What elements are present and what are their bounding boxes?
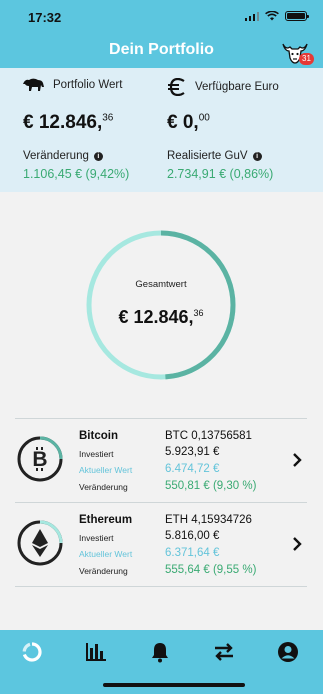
total-label: Gesamtwert — [135, 279, 187, 290]
portfolio-icon — [22, 642, 42, 662]
current-value-label: Aktueller Wert — [79, 465, 133, 475]
portfolio-value-cents: 36 — [102, 112, 114, 124]
euro-value: € 0,00 — [167, 112, 210, 134]
euro-icon — [168, 78, 185, 96]
notification-badge: 31 — [299, 53, 314, 65]
gain-label: Realisierte GuV — [167, 150, 248, 162]
portfolio-value-header: Portfolio Wert — [23, 78, 122, 92]
asset-amount: BTC 0,13756581 — [165, 430, 252, 442]
wifi-icon — [265, 11, 279, 21]
asset-amount: ETH 4,15934726 — [165, 514, 252, 526]
bitcoin-icon: B — [17, 436, 63, 482]
total-value: € 12.846,36 — [83, 307, 239, 328]
total-value-main: € 12.846, — [118, 307, 194, 327]
battery-icon — [285, 11, 309, 21]
ring-chart — [86, 230, 236, 380]
signal-icon — [244, 11, 259, 21]
header: 17:32 Dein Portfolio 31 — [0, 0, 323, 68]
current-value: 6.474,72 € — [165, 463, 220, 475]
asset-row-bitcoin[interactable]: B Bitcoin BTC 0,13756581 Investiert 5.92… — [15, 419, 307, 503]
change-value: 1.106,45 € (9,42%) — [23, 167, 130, 181]
euro-value-header: Verfügbare Euro — [167, 78, 279, 96]
portfolio-summary: Portfolio Wert € 12.846,36 Veränderung i… — [0, 68, 323, 192]
avatar-button[interactable]: 31 — [280, 38, 314, 66]
total-value-cents: 36 — [193, 308, 204, 318]
info-icon[interactable]: i — [252, 151, 262, 161]
tab-portfolio[interactable] — [18, 638, 46, 666]
portfolio-value-main: € 12.846, — [23, 112, 103, 133]
total-value-ring: Gesamtwert € 12.846,36 — [83, 227, 239, 383]
change-label: Veränderung — [23, 150, 89, 162]
asset-row-ethereum[interactable]: Ethereum ETH 4,15934726 Investiert 5.816… — [15, 503, 307, 587]
chevron-right-icon[interactable] — [287, 534, 307, 554]
change-label: Veränderung — [79, 566, 128, 576]
account-icon — [278, 642, 298, 662]
current-value: 6.371,64 € — [165, 547, 220, 559]
chevron-right-icon[interactable] — [287, 450, 307, 470]
tab-account[interactable] — [274, 638, 302, 666]
invested-value: 5.816,00 € — [165, 530, 220, 542]
tab-transfer[interactable] — [210, 638, 238, 666]
invested-value: 5.923,91 € — [165, 446, 220, 458]
change-value: 550,81 € (9,30 %) — [165, 480, 257, 492]
home-indicator — [103, 683, 245, 687]
asset-list: B Bitcoin BTC 0,13756581 Investiert 5.92… — [15, 418, 307, 587]
gain-value: 2.734,91 € (0,86%) — [167, 167, 274, 181]
tab-notifications[interactable] — [146, 638, 174, 666]
transfer-icon — [215, 643, 233, 661]
bell-icon — [152, 643, 168, 663]
current-value-label: Aktueller Wert — [79, 549, 133, 559]
change-label-row: Veränderung i — [23, 150, 103, 162]
tab-statistics[interactable] — [82, 638, 110, 666]
euro-label: Verfügbare Euro — [195, 81, 279, 93]
svg-text:B: B — [32, 448, 47, 471]
portfolio-value: € 12.846,36 — [23, 112, 113, 134]
chart-icon — [86, 643, 106, 661]
info-icon[interactable]: i — [93, 151, 103, 161]
invested-label: Investiert — [79, 533, 114, 543]
page-title: Dein Portfolio — [109, 41, 214, 58]
invested-label: Investiert — [79, 449, 114, 459]
asset-name: Ethereum — [79, 514, 133, 526]
change-value: 555,64 € (9,55 %) — [165, 564, 257, 576]
euro-value-main: € 0, — [167, 112, 199, 133]
change-label: Veränderung — [79, 482, 128, 492]
asset-name: Bitcoin — [79, 430, 118, 442]
portfolio-value-label: Portfolio Wert — [53, 79, 123, 91]
euro-value-cents: 00 — [198, 112, 210, 124]
status-time: 17:32 — [28, 10, 62, 25]
ethereum-icon — [17, 520, 63, 566]
bison-icon — [23, 78, 44, 91]
status-icons — [244, 11, 309, 21]
gain-label-row: Realisierte GuV i — [167, 150, 262, 162]
